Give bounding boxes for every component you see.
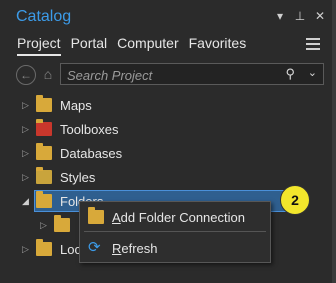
step-badge: 2 [280,185,310,215]
toolbox-folder-icon [36,119,52,136]
window-controls: ▾ ⊥ ✕ [274,9,326,23]
tab-project[interactable]: Project [17,35,61,56]
menu-item-label: Add Folder Connection [112,210,245,225]
folder-icon [36,191,52,208]
expand-icon[interactable]: ▷ [22,244,29,255]
styles-folder-icon [36,167,52,184]
home-icon[interactable]: ⌂ [40,65,56,83]
expand-icon[interactable]: ▷ [22,124,29,135]
close-icon[interactable]: ✕ [314,9,326,23]
tree-item-label: Toolboxes [60,122,119,137]
tree-item-label: Databases [60,146,123,161]
tab-bar: Project Portal Computer Favorites [17,35,246,56]
tab-computer[interactable]: Computer [117,35,178,56]
pane-border [332,0,336,283]
back-arrow-icon[interactable]: ← [16,65,36,85]
menu-item-add-folder-connection[interactable]: Add Folder Connection [80,206,270,230]
pane-title: Catalog [16,8,72,25]
tab-favorites[interactable]: Favorites [189,35,247,56]
search-dropdown-icon[interactable]: ⌄ [308,66,317,79]
search-box: ⚲ ⌄ [60,63,324,85]
add-folder-icon [88,207,104,224]
expand-icon[interactable]: ▷ [22,100,29,111]
tree-item-styles[interactable]: ▷ Styles [0,166,332,190]
maps-folder-icon [36,95,52,112]
title-bar: Catalog ▾ ⊥ ✕ [0,0,332,34]
tree-item-toolboxes[interactable]: ▷ Toolboxes [0,118,332,142]
database-folder-icon [36,143,52,160]
tree-item-label: Maps [60,98,92,113]
collapse-icon[interactable]: ◢ [22,196,29,207]
home-folder-icon [54,215,70,232]
locators-folder-icon [36,239,52,256]
chevron-down-icon[interactable]: ▾ [274,9,286,23]
menu-item-label: Refresh [112,241,158,256]
tab-portal[interactable]: Portal [71,35,108,56]
expand-icon[interactable]: ▷ [40,220,47,231]
refresh-icon: ⟳ [88,239,101,256]
menu-item-refresh[interactable]: ⟳ Refresh [80,237,270,261]
tree-item-label: Styles [60,170,96,185]
search-input[interactable] [65,65,279,85]
menu-icon[interactable] [306,38,320,53]
expand-icon[interactable]: ▷ [22,172,29,183]
pin-icon[interactable]: ⊥ [294,9,306,23]
search-icon[interactable]: ⚲ [285,66,295,82]
catalog-pane: Catalog ▾ ⊥ ✕ Project Portal Computer Fa… [0,0,333,283]
expand-icon[interactable]: ▷ [22,148,29,159]
tree-item-label: Loc [60,242,81,257]
context-menu: Add Folder Connection ⟳ Refresh [79,201,271,263]
tree-item-databases[interactable]: ▷ Databases [0,142,332,166]
tree-item-maps[interactable]: ▷ Maps [0,94,332,118]
menu-separator [84,231,266,232]
